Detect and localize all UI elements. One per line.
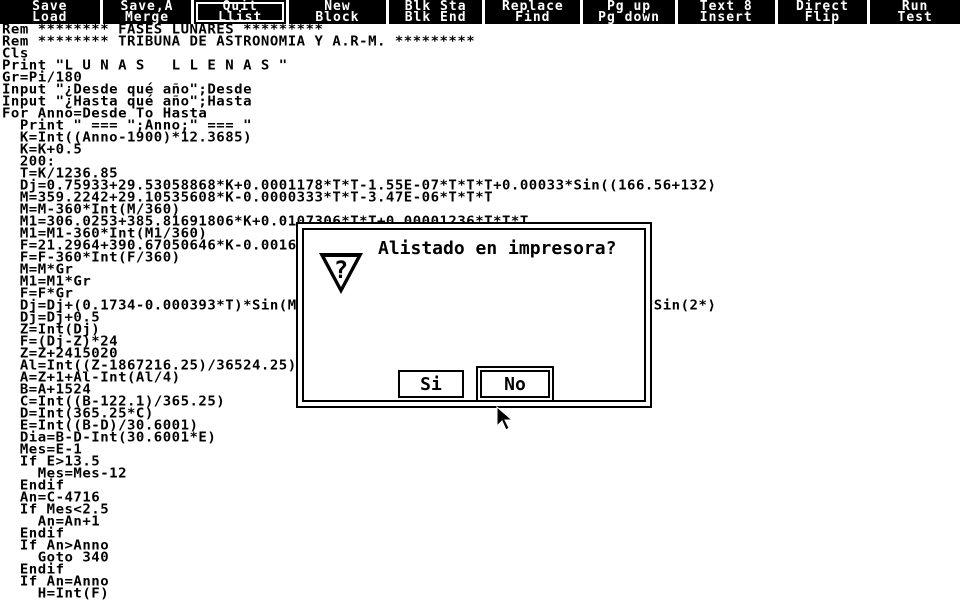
code-line[interactable]: K=Int((Anno-1900)*12.3685)	[2, 131, 958, 144]
code-line[interactable]: If An=Anno	[2, 575, 958, 588]
fkey-bottom-label: Llist	[218, 10, 263, 25]
code-line[interactable]: K=K+0.5	[2, 143, 958, 156]
code-line[interactable]: 200:	[2, 155, 958, 168]
fkey-bottom-label: Block	[315, 10, 360, 25]
question-warning-icon: ?	[319, 253, 363, 294]
function-key-bar: Save Load Save,A Merge Quit Llist New Block Blk …	[0, 0, 960, 24]
code-line[interactable]: An=C-4716	[2, 491, 958, 504]
no-button[interactable]: No	[476, 366, 554, 402]
code-line[interactable]: Endif	[2, 527, 958, 540]
fkey-10[interactable]: Run Test	[870, 0, 960, 24]
fkey-bottom-label: Insert	[699, 10, 753, 25]
code-line[interactable]: Dia=B-D-Int(30.6001*E)	[2, 431, 958, 444]
fkey-8[interactable]: Text 8 Insert	[677, 0, 775, 25]
code-line[interactable]: Goto 340	[2, 551, 958, 564]
fkey-bottom-label: Blk End	[404, 10, 467, 25]
fkey-9[interactable]: Direct Flip	[777, 0, 868, 25]
code-line[interactable]: An=An+1	[2, 515, 958, 528]
dialog-frame: ? Alistado en impresora? Si No	[302, 228, 646, 402]
code-line[interactable]: H=Int(F)	[2, 587, 958, 600]
yes-button[interactable]: Si	[398, 370, 464, 398]
code-line[interactable]: If E>13.5	[2, 455, 958, 468]
fkey-5[interactable]: Blk Sta Blk End	[388, 0, 483, 25]
fkey-bottom-label: Find	[515, 10, 551, 25]
mouse-pointer-icon	[496, 406, 514, 431]
code-line[interactable]: Endif	[2, 479, 958, 492]
code-line[interactable]: Mes=Mes-12	[2, 467, 958, 480]
fkey-bottom-label: Load	[32, 10, 68, 25]
fkey-1[interactable]: Save Load	[0, 0, 100, 24]
code-line[interactable]: If An>Anno	[2, 539, 958, 552]
fkey-7[interactable]: Pg up Pg down	[583, 0, 675, 24]
fkey-2[interactable]: Save,A Merge	[102, 0, 192, 25]
code-line[interactable]: Print "L U N A S L L E N A S "	[2, 59, 958, 72]
fkey-bottom-label: Flip	[804, 10, 841, 25]
svg-text:?: ?	[334, 256, 348, 284]
fkey-4[interactable]: New Block	[289, 0, 386, 24]
fkey-3[interactable]: Quit Llist	[194, 0, 287, 25]
dialog-title: Alistado en impresora?	[378, 238, 617, 259]
code-line[interactable]: If Mes<2.5	[2, 503, 958, 516]
code-line[interactable]: Mes=E-1	[2, 443, 958, 456]
fkey-bottom-label: Pg down	[598, 10, 660, 25]
print-dialog: ? Alistado en impresora? Si No	[296, 222, 652, 408]
fkey-bottom-label: Merge	[124, 10, 170, 25]
fkey-bottom-label: Test	[897, 10, 933, 25]
code-line[interactable]: Rem ******** TRIBUNA DE ASTRONOMIA Y A.R…	[2, 35, 958, 48]
code-line[interactable]: Endif	[2, 563, 958, 576]
fkey-6[interactable]: Replace Find	[485, 0, 581, 25]
